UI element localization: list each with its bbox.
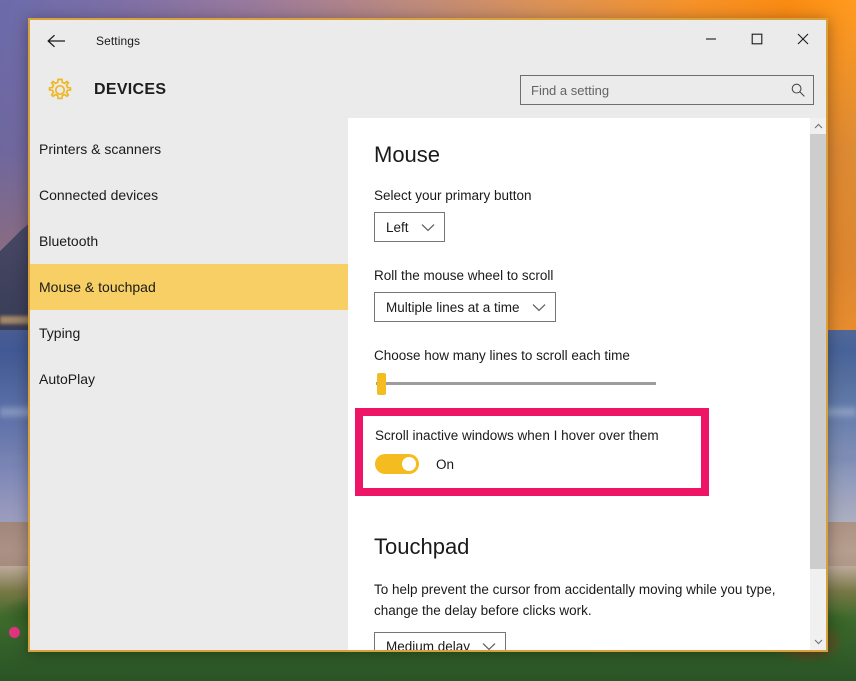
slider-thumb[interactable]: [377, 373, 386, 395]
page-header: DEVICES: [30, 62, 826, 118]
touchpad-section-title: Touchpad: [374, 534, 470, 559]
scrollbar-thumb[interactable]: [810, 134, 826, 569]
scroll-up-arrow-icon[interactable]: [810, 118, 826, 134]
primary-button-label: Select your primary button: [374, 188, 532, 203]
sidebar-item-label: Printers & scanners: [39, 141, 162, 157]
inactive-scroll-state: On: [436, 456, 455, 472]
page-title: DEVICES: [94, 81, 167, 98]
back-button[interactable]: [34, 24, 80, 58]
touchpad-delay-dropdown[interactable]: Medium delay: [374, 631, 507, 650]
scroll-down-arrow-icon[interactable]: [810, 634, 826, 650]
primary-button-value: Left: [386, 219, 409, 235]
chevron-down-icon: [482, 642, 496, 650]
minimize-button[interactable]: [688, 20, 734, 62]
window-title: Settings: [96, 34, 141, 48]
content-scrollbar[interactable]: [810, 118, 826, 650]
chevron-down-icon: [532, 303, 546, 312]
inactive-scroll-toggle-row: On: [375, 454, 701, 474]
sidebar-item-label: AutoPlay: [39, 371, 96, 387]
primary-button-dropdown[interactable]: Left: [374, 212, 445, 242]
search-icon[interactable]: [789, 81, 807, 99]
highlight-callout-wrapper: Scroll inactive windows when I hover ove…: [355, 408, 826, 504]
wheel-scroll-value: Multiple lines at a time: [386, 299, 520, 315]
sidebar-item-label: Connected devices: [39, 187, 159, 203]
slider-track: [376, 382, 656, 385]
maximize-icon: [751, 32, 763, 50]
gear-icon: [40, 70, 80, 110]
sidebar-item-connected-devices[interactable]: Connected devices: [30, 172, 348, 218]
maximize-button[interactable]: [734, 20, 780, 62]
title-bar: Settings: [30, 20, 826, 62]
chevron-down-icon: [421, 223, 435, 232]
touchpad-delay-value: Medium delay: [386, 639, 471, 650]
settings-sidebar: Printers & scanners Connected devices Bl…: [30, 118, 348, 650]
sidebar-item-label: Mouse & touchpad: [39, 279, 156, 295]
wallpaper-flower: [9, 627, 20, 638]
wheel-scroll-label: Roll the mouse wheel to scroll: [374, 268, 554, 283]
back-arrow-icon: [47, 34, 67, 48]
sidebar-item-typing[interactable]: Typing: [30, 310, 348, 356]
sidebar-item-autoplay[interactable]: AutoPlay: [30, 356, 348, 402]
highlight-callout: Scroll inactive windows when I hover ove…: [355, 408, 709, 496]
close-button[interactable]: [780, 20, 826, 62]
touchpad-description: To help prevent the cursor from accident…: [374, 582, 776, 618]
window-body: Printers & scanners Connected devices Bl…: [30, 118, 826, 650]
sidebar-item-printers-scanners[interactable]: Printers & scanners: [30, 126, 348, 172]
sidebar-item-label: Bluetooth: [39, 233, 99, 249]
mouse-section-title: Mouse: [374, 142, 441, 167]
toggle-knob: [402, 457, 416, 471]
settings-window: Settings DEVICES Find a setting Printers…: [28, 18, 828, 652]
window-controls: [688, 20, 826, 62]
lines-to-scroll-slider[interactable]: [374, 368, 656, 398]
close-icon: [797, 32, 809, 50]
desktop-wallpaper: Settings DEVICES Find a setting Printers…: [0, 0, 856, 681]
inactive-scroll-toggle[interactable]: [375, 454, 419, 474]
settings-content: Mouse Select your primary button Left Ro…: [348, 118, 826, 650]
search-box[interactable]: [520, 75, 814, 105]
search-input[interactable]: [531, 82, 789, 98]
inactive-scroll-label: Scroll inactive windows when I hover ove…: [375, 428, 659, 443]
sidebar-item-bluetooth[interactable]: Bluetooth: [30, 218, 348, 264]
scrollbar-gutter[interactable]: [810, 134, 826, 634]
sidebar-item-label: Typing: [39, 325, 81, 341]
minimize-icon: [705, 32, 717, 50]
lines-to-scroll-label: Choose how many lines to scroll each tim…: [374, 348, 630, 363]
sidebar-item-mouse-touchpad[interactable]: Mouse & touchpad: [30, 264, 348, 310]
wheel-scroll-dropdown[interactable]: Multiple lines at a time: [374, 292, 556, 322]
